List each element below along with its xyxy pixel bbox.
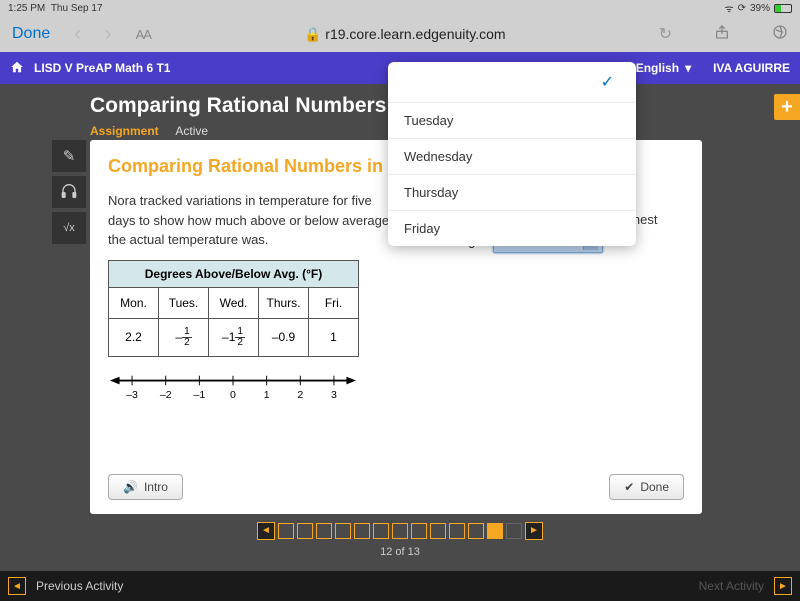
ios-status-bar: 1:25 PM Thu Sep 17 ᯤ ⟳ 39% (0, 0, 800, 16)
pager-box[interactable] (354, 523, 370, 539)
svg-text:3: 3 (331, 388, 337, 400)
pager-box[interactable] (468, 523, 484, 539)
battery-percent: 39% (750, 3, 770, 14)
tabs-button[interactable] (772, 24, 788, 45)
svg-text:0: 0 (230, 388, 236, 400)
pager-box[interactable] (316, 523, 332, 539)
calculator-tool[interactable]: √x (52, 212, 86, 244)
svg-text:–3: –3 (126, 388, 138, 400)
wifi-icon: ᯤ (724, 1, 733, 15)
speaker-icon: 🔊 (123, 480, 138, 494)
status-date: Thu Sep 17 (51, 3, 103, 14)
language-selector[interactable]: English▾ (636, 61, 691, 75)
table-header: Thurs. (259, 287, 309, 318)
audio-tool[interactable] (52, 176, 86, 208)
toolbox: ✎ √x (52, 140, 86, 248)
lesson-prompt: Nora tracked variations in temperature f… (108, 191, 398, 250)
pager-box[interactable] (411, 523, 427, 539)
pager-box[interactable] (506, 523, 522, 539)
pager-prev[interactable]: ◄ (257, 522, 275, 540)
day-dropdown-menu: ✓ Tuesday Wednesday Thursday Friday (388, 62, 636, 246)
chevron-down-icon: ▾ (685, 61, 691, 75)
pager-count: 12 of 13 (0, 546, 800, 558)
dropdown-option-selected[interactable]: ✓ (388, 62, 636, 103)
table-cell: –12 (159, 318, 209, 356)
pager-box[interactable] (335, 523, 351, 539)
battery-icon (774, 4, 792, 13)
pager-box[interactable] (373, 523, 389, 539)
reader-aa-button[interactable]: AA (136, 27, 151, 42)
dropdown-option[interactable]: Tuesday (388, 103, 636, 139)
dropdown-option[interactable]: Thursday (388, 175, 636, 211)
table-header: Fri. (309, 287, 359, 318)
course-name[interactable]: LISD V PreAP Math 6 T1 (34, 61, 170, 75)
pager-box[interactable] (392, 523, 408, 539)
dropdown-option[interactable]: Friday (388, 211, 636, 246)
url-bar[interactable]: 🔒 r19.core.learn.edgenuity.com (175, 26, 635, 43)
svg-text:1: 1 (264, 388, 270, 400)
pager-next[interactable]: ► (525, 522, 543, 540)
check-icon: ✓ (601, 74, 614, 91)
intro-button[interactable]: 🔊Intro (108, 474, 183, 500)
table-header: Wed. (209, 287, 259, 318)
svg-text:–2: –2 (160, 388, 172, 400)
bottom-nav: ◄ Previous Activity Next Activity ► (0, 571, 800, 601)
status-time: 1:25 PM (8, 3, 45, 14)
home-icon[interactable] (10, 60, 24, 77)
prev-activity[interactable]: Previous Activity (36, 579, 123, 593)
table-cell: –0.9 (259, 318, 309, 356)
user-name[interactable]: IVA AGUIRRE (713, 61, 790, 75)
pager-box[interactable] (297, 523, 313, 539)
table-cell: 1 (309, 318, 359, 356)
safari-done-button[interactable]: Done (12, 25, 50, 43)
number-line: –3 –2 –1 0 1 2 3 (108, 369, 358, 407)
dropdown-option[interactable]: Wednesday (388, 139, 636, 175)
done-button[interactable]: ✔Done (609, 474, 684, 500)
pager-box[interactable] (449, 523, 465, 539)
status-label: Active (175, 124, 208, 138)
pager-box[interactable] (278, 523, 294, 539)
pager-box[interactable] (430, 523, 446, 539)
assignment-label[interactable]: Assignment (90, 124, 159, 138)
rotation-lock-icon: ⟳ (738, 3, 746, 14)
share-button[interactable] (714, 24, 730, 45)
pager-box-current[interactable] (487, 523, 503, 539)
lock-icon: 🔒 (304, 26, 321, 42)
prev-activity-arrow[interactable]: ◄ (8, 577, 26, 595)
add-button[interactable]: + (774, 94, 800, 120)
temperature-table: Degrees Above/Below Avg. (°F) Mon. Tues.… (108, 260, 359, 357)
next-activity-arrow[interactable]: ► (774, 577, 792, 595)
table-cell: 2.2 (109, 318, 159, 356)
table-title: Degrees Above/Below Avg. (°F) (109, 260, 359, 287)
table-header: Tues. (159, 287, 209, 318)
svg-text:2: 2 (297, 388, 303, 400)
table-header: Mon. (109, 287, 159, 318)
back-button[interactable]: ‹ (74, 23, 81, 46)
svg-text:–1: –1 (193, 388, 205, 400)
next-activity: Next Activity (699, 579, 764, 593)
reload-button[interactable]: ↻ (659, 24, 672, 44)
check-icon: ✔ (624, 480, 634, 494)
forward-button[interactable]: › (105, 23, 112, 46)
frame-pager: ◄ ► 12 of 13 (0, 520, 800, 558)
pencil-tool[interactable]: ✎ (52, 140, 86, 172)
table-cell: –112 (209, 318, 259, 356)
safari-toolbar: Done ‹ › AA 🔒 r19.core.learn.edgenuity.c… (0, 16, 800, 52)
